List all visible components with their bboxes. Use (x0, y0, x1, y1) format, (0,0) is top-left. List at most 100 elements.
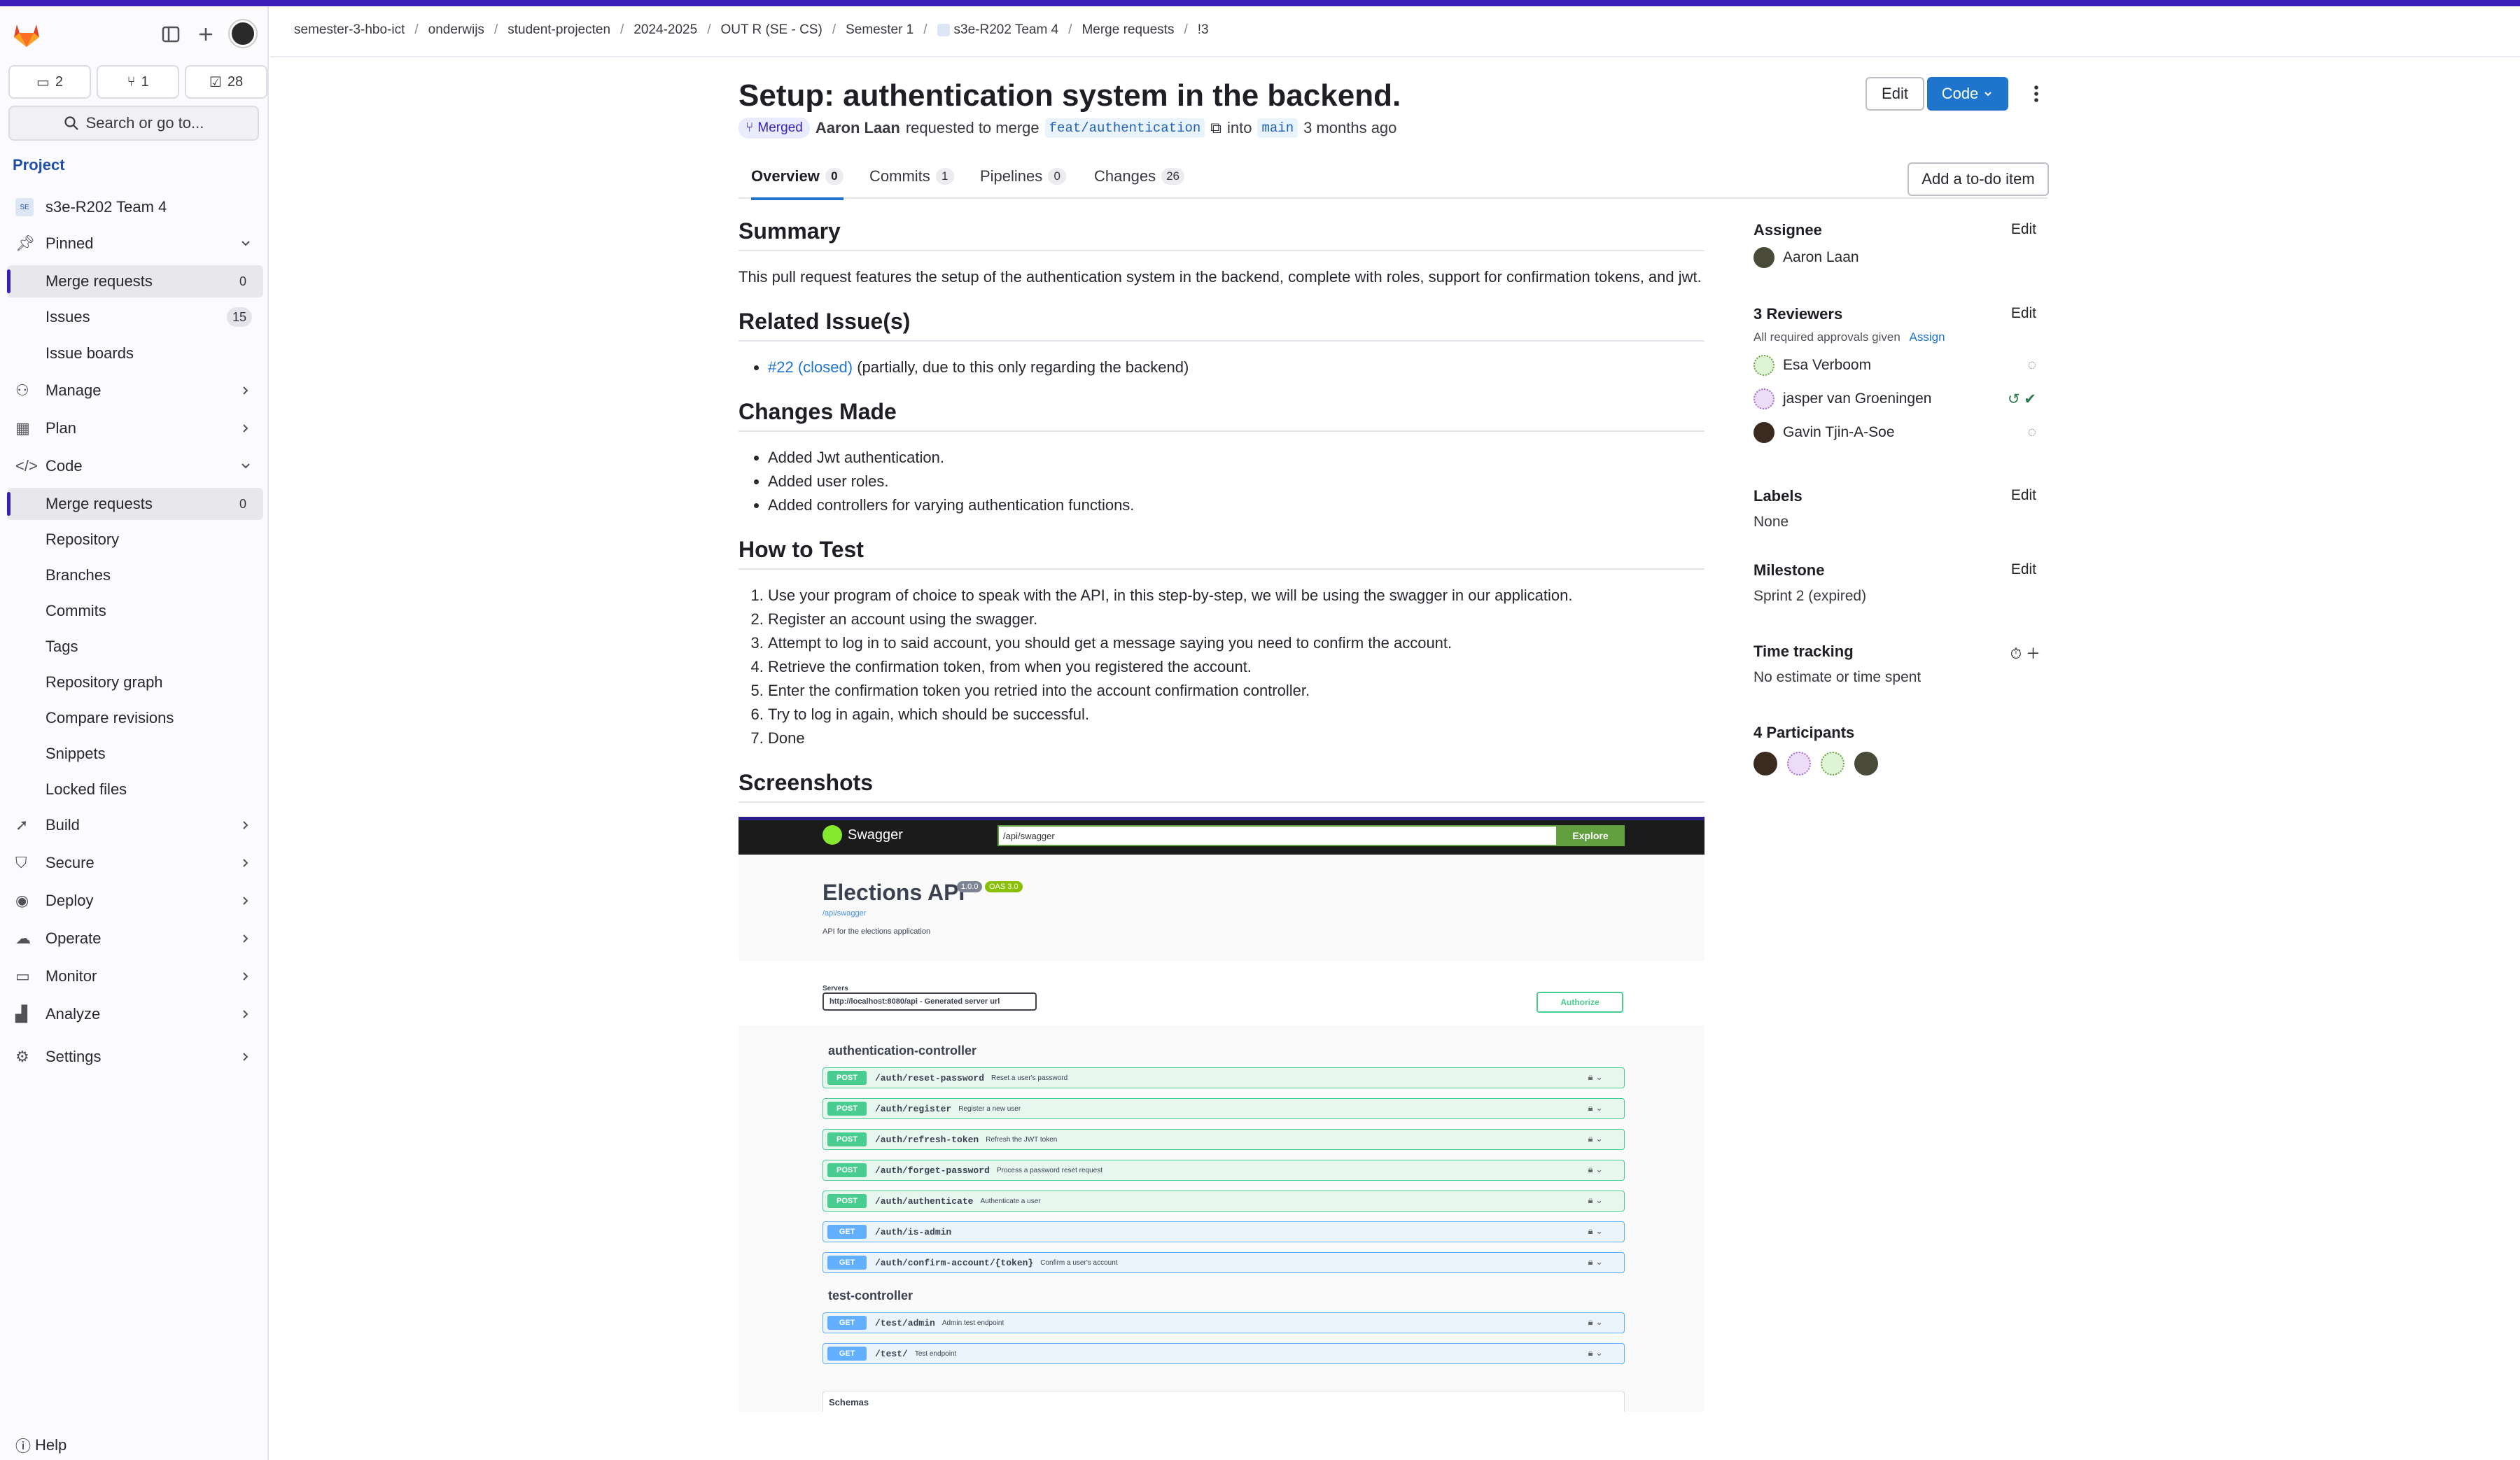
sidebar-item-commits[interactable]: Commits (0, 595, 269, 627)
milestone-value[interactable]: Sprint 2 (expired) (1754, 588, 2047, 605)
milestone-edit-button[interactable]: Edit (2011, 561, 2036, 578)
more-actions-icon[interactable] (2025, 83, 2047, 105)
breadcrumb-item[interactable]: !3 (1198, 22, 1209, 38)
todo-count-button[interactable]: ☑ 28 (185, 65, 267, 99)
sidebar-group-operate[interactable]: ☁ Operate (0, 922, 269, 955)
assign-link[interactable]: Assign (1910, 330, 1945, 344)
list-item: Done (768, 727, 1704, 750)
endpoint-desc: Admin test endpoint (941, 1319, 1004, 1327)
breadcrumb-item[interactable]: Semester 1 (846, 22, 913, 38)
sidebar-group-plan[interactable]: ▦ Plan (0, 412, 269, 444)
target-branch[interactable]: main (1257, 118, 1298, 138)
sidebar-toggle-icon[interactable] (161, 24, 181, 44)
sidebar-item-tags[interactable]: Tags (0, 631, 269, 663)
copy-icon[interactable]: ⧉ (1210, 119, 1222, 137)
project-link[interactable]: SE s3e-R202 Team 4 (0, 191, 269, 223)
sidebar-item-pinned-merge-requests[interactable]: Merge requests 0 (7, 265, 263, 297)
sidebar-item-locked-files[interactable]: Locked files (0, 773, 269, 806)
avatar[interactable] (1854, 752, 1878, 775)
sidebar-item-label: Locked files (46, 780, 127, 798)
mr-count-button[interactable]: ⑂ 1 (97, 65, 179, 99)
endpoint-path: /test/admin (875, 1317, 935, 1328)
sidebar-group-manage[interactable]: ⚇ Manage (0, 374, 269, 407)
breadcrumb-item[interactable]: 2024-2025 (634, 22, 697, 38)
tab-changes[interactable]: Changes 26 (1094, 154, 1184, 199)
sidebar-item-snippets[interactable]: Snippets (0, 738, 269, 770)
edit-button[interactable]: Edit (1865, 77, 1924, 111)
reviewer-item[interactable]: jasper van Groeningen ↺ ✔ (1754, 382, 2047, 416)
tab-pipelines[interactable]: Pipelines 0 (980, 154, 1067, 199)
plus-icon[interactable]: ＋ (2026, 646, 2040, 662)
sidebar-group-settings[interactable]: ⚙ Settings (0, 1041, 269, 1073)
breadcrumb-item[interactable]: Merge requests (1082, 22, 1174, 38)
breadcrumb-item[interactable]: student-projecten (507, 22, 610, 38)
tab-overview[interactable]: Overview 0 (751, 154, 844, 200)
reviewer-item[interactable]: Esa Verboom ◌ (1754, 349, 2047, 382)
avatar[interactable] (1821, 752, 1844, 775)
breadcrumb-item[interactable]: onderwijs (428, 22, 484, 38)
version-badge: 1.0.0 (957, 881, 983, 892)
sidebar-group-analyze[interactable]: ▟ Analyze (0, 998, 269, 1030)
assignee-edit-button[interactable]: Edit (2011, 221, 2036, 238)
endpoint-row: POST/auth/refresh-token Refresh the JWT t… (822, 1129, 1625, 1150)
issues-count-button[interactable]: ▭ 2 (8, 65, 91, 99)
sidebar-group-label: Manage (46, 381, 102, 399)
avatar[interactable] (1754, 752, 1777, 775)
breadcrumb-item[interactable]: OUT R (SE - CS) (720, 22, 822, 38)
endpoint-path: /auth/register (875, 1103, 952, 1114)
reviewers-block: 3 Reviewers Edit All required approvals … (1754, 305, 2047, 449)
reviewers-edit-button[interactable]: Edit (2011, 305, 2036, 322)
author-link[interactable]: Aaron Laan (816, 119, 900, 137)
labels-edit-button[interactable]: Edit (2011, 487, 2036, 504)
mr-tabs: Overview 0 Commits 1 Pipelines 0 Changes 26 (738, 154, 2047, 200)
manage-icon: ⚇ (15, 381, 29, 399)
sidebar-item-label: Issue boards (46, 344, 134, 362)
search-button[interactable]: Search or go to... (8, 106, 259, 141)
user-avatar[interactable] (230, 20, 256, 47)
sidebar-group-deploy[interactable]: ◉ Deploy (0, 885, 269, 917)
sidebar-group-monitor[interactable]: ▭ Monitor (0, 960, 269, 992)
code-icon: </> (15, 457, 38, 475)
gitlab-logo-icon[interactable] (11, 19, 42, 48)
pinned-section-toggle[interactable]: 📌︎ Pinned (0, 227, 269, 260)
sidebar-group-build[interactable]: ➚ Build (0, 809, 269, 841)
chevron-right-icon (243, 821, 248, 829)
approvals-text: All required approvals given (1754, 330, 1900, 344)
sidebar-item-repository[interactable]: Repository (0, 524, 269, 556)
swagger-screenshot[interactable]: Swagger /api/swagger Explore Elections A… (738, 817, 1704, 1412)
tab-commits[interactable]: Commits 1 (869, 154, 954, 199)
list-item: Added controllers for varying authentica… (768, 493, 1704, 517)
time-tracking-actions[interactable]: ⏱ ＋ (2010, 643, 2040, 664)
breadcrumb-item[interactable]: semester-3-hbo-ict (294, 22, 405, 38)
lock-icon: 🔒︎ ⌄ (1588, 1164, 1603, 1174)
http-method: POST (827, 1132, 867, 1146)
plus-icon[interactable] (196, 24, 216, 44)
sidebar-item-branches[interactable]: Branches (0, 559, 269, 591)
sidebar-item-issue-boards[interactable]: Issue boards (0, 337, 269, 370)
help-button[interactable]: ⓘ Help (15, 1434, 66, 1457)
stopwatch-icon[interactable]: ⏱ (2010, 646, 2022, 662)
todo-icon: ☑ (209, 74, 222, 90)
swagger-explore-button: Explore (1556, 825, 1625, 846)
sidebar-group-code[interactable]: </> Code (0, 450, 269, 482)
breadcrumb-separator: / (493, 22, 498, 37)
endpoint-desc: Refresh the JWT token (986, 1135, 1058, 1144)
sidebar-item-compare-revisions[interactable]: Compare revisions (0, 702, 269, 734)
sidebar-item-repository-graph[interactable]: Repository graph (0, 666, 269, 699)
help-icon: ⓘ (15, 1438, 31, 1455)
approvals-note: All required approvals given Assign (1754, 330, 2047, 344)
avatar[interactable] (1787, 752, 1811, 775)
assignee-item[interactable]: Aaron Laan (1754, 241, 2047, 274)
reviewer-item[interactable]: Gavin Tjin-A-Soe ◌ (1754, 416, 2047, 449)
sidebar-group-secure[interactable]: ⛉ Secure (0, 847, 269, 879)
source-branch[interactable]: feat/authentication (1044, 118, 1205, 138)
milestone-heading: Milestone (1754, 561, 1825, 579)
sidebar-item-code-merge-requests[interactable]: Merge requests 0 (7, 488, 263, 520)
breadcrumb-item[interactable]: s3e-R202 Team 4 (954, 22, 1059, 38)
count-badge: 0 (239, 274, 246, 288)
sidebar-item-issues[interactable]: Issues 15 (0, 301, 269, 333)
breadcrumb-separator: / (1184, 22, 1188, 37)
issue-link[interactable]: #22 (closed) (768, 358, 853, 376)
code-dropdown-button[interactable]: Code (1927, 77, 2008, 111)
add-todo-button[interactable]: Add a to-do item (1907, 162, 2049, 196)
